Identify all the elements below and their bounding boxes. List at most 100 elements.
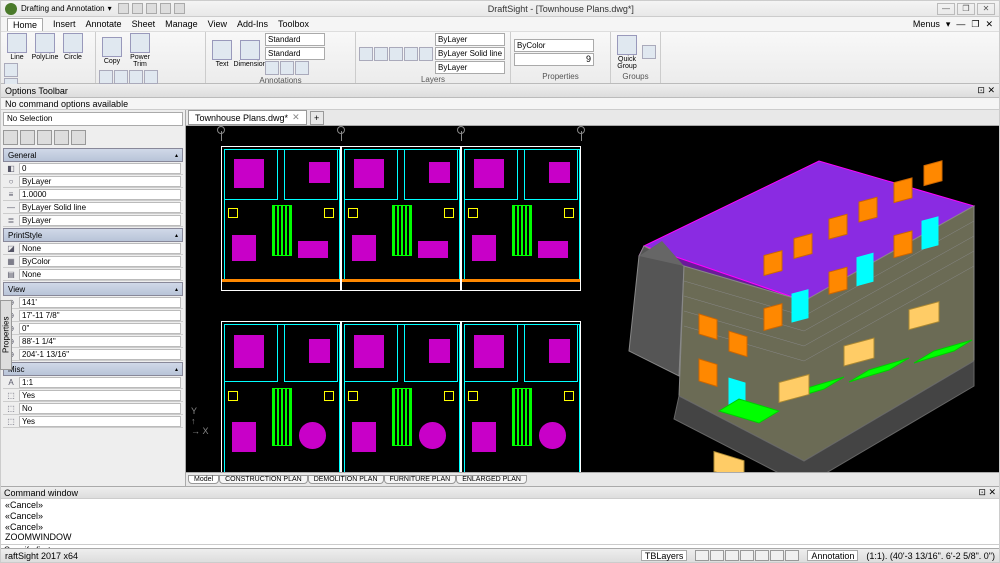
panel-btn3-icon[interactable]	[37, 130, 52, 145]
qat-new-icon[interactable]	[118, 3, 129, 14]
prop-value[interactable]: 0"	[19, 323, 181, 334]
prop-value[interactable]: Yes	[19, 390, 181, 401]
qat-save-icon[interactable]	[146, 3, 157, 14]
floorplan-unit	[461, 321, 581, 472]
menu-view[interactable]: View	[208, 19, 227, 29]
menus-dropdown[interactable]: Menus	[913, 19, 940, 29]
anno-s2-icon[interactable]	[280, 61, 294, 75]
prop-value[interactable]: Yes	[19, 416, 181, 427]
doc-restore-icon[interactable]: ❐	[971, 19, 979, 30]
doc-minimize-icon[interactable]: —	[956, 19, 965, 29]
anno-std2-select[interactable]: Standard	[265, 47, 325, 60]
doc-close-icon[interactable]: ✕	[985, 19, 993, 30]
layers-bylayer-select[interactable]: ByLayer	[435, 33, 505, 46]
menu-manage[interactable]: Manage	[165, 19, 198, 29]
properties-side-tab[interactable]: Properties	[1, 300, 12, 370]
status-annotation[interactable]: Annotation	[807, 550, 858, 561]
prop-value[interactable]: 88'-1 1/4"	[19, 336, 181, 347]
menu-annotate[interactable]: Annotate	[86, 19, 122, 29]
close-button[interactable]: ✕	[977, 3, 995, 15]
workspace-selector[interactable]: Drafting and Annotation ▾	[21, 4, 112, 13]
status-t1-icon[interactable]	[695, 550, 709, 561]
status-t6-icon[interactable]	[770, 550, 784, 561]
sheet-tab-construction[interactable]: CONSTRUCTION PLAN	[219, 475, 308, 484]
props-color-select[interactable]: ByColor	[514, 39, 594, 52]
qat-print-icon[interactable]	[160, 3, 171, 14]
app-logo-icon	[5, 3, 17, 15]
prop-value[interactable]: 1:1	[19, 377, 181, 388]
status-t5-icon[interactable]	[755, 550, 769, 561]
menu-toolbox[interactable]: Toolbox	[278, 19, 309, 29]
anno-s3-icon[interactable]	[295, 61, 309, 75]
layers-linestyle-select[interactable]: ByLayer Solid line	[435, 47, 505, 60]
section-header[interactable]: General▴	[3, 148, 183, 162]
section-header[interactable]: Misc▴	[3, 362, 183, 376]
prop-value[interactable]: 204'-1 13/16"	[19, 349, 181, 360]
panel-btn1-icon[interactable]	[3, 130, 18, 145]
qat-undo-icon[interactable]	[174, 3, 185, 14]
tool-polyline[interactable]: PolyLine	[32, 33, 58, 61]
options-pin-icon[interactable]: ⊡ ✕	[977, 85, 995, 96]
prop-value[interactable]: ByLayer Solid line	[19, 202, 181, 213]
prop-value[interactable]: ByColor	[19, 256, 181, 267]
panel-btn4-icon[interactable]	[54, 130, 69, 145]
document-tab[interactable]: Townhouse Plans.dwg*✕	[188, 110, 307, 125]
anno-std1-select[interactable]: Standard	[265, 33, 325, 46]
status-t2-icon[interactable]	[710, 550, 724, 561]
modify-s1-icon[interactable]	[99, 70, 113, 84]
sheet-tab-demolition[interactable]: DEMOLITION PLAN	[308, 475, 384, 484]
status-layer[interactable]: TBLayers	[641, 550, 688, 561]
anno-s1-icon[interactable]	[265, 61, 279, 75]
drawing-canvas[interactable]: Y↑→ X	[186, 126, 999, 472]
qat-open-icon[interactable]	[132, 3, 143, 14]
layers-lineweight-select[interactable]: ByLayer	[435, 61, 505, 74]
prop-value[interactable]: 1.0000	[19, 189, 181, 200]
prop-value[interactable]: None	[19, 269, 181, 280]
menu-insert[interactable]: Insert	[53, 19, 76, 29]
layer-s1-icon[interactable]	[359, 47, 373, 61]
prop-value[interactable]: ByLayer	[19, 215, 181, 226]
menu-home[interactable]: Home	[7, 18, 43, 31]
prop-value[interactable]: 17'-11 7/8"	[19, 310, 181, 321]
modify-s2-icon[interactable]	[114, 70, 128, 84]
section-header[interactable]: PrintStyle▴	[3, 228, 183, 242]
prop-value[interactable]: No	[19, 403, 181, 414]
selection-dropdown[interactable]: No Selection	[3, 112, 183, 126]
menu-sheet[interactable]: Sheet	[132, 19, 156, 29]
tool-copy[interactable]: Copy	[99, 37, 125, 65]
layer-s5-icon[interactable]	[419, 47, 433, 61]
panel-btn5-icon[interactable]	[71, 130, 86, 145]
modify-s3-icon[interactable]	[129, 70, 143, 84]
minimize-button[interactable]: —	[937, 3, 955, 15]
draw-small-1-icon[interactable]	[4, 63, 18, 77]
prop-value[interactable]: 0	[19, 163, 181, 174]
layer-s3-icon[interactable]	[389, 47, 403, 61]
panel-btn2-icon[interactable]	[20, 130, 35, 145]
layer-s2-icon[interactable]	[374, 47, 388, 61]
props-slider[interactable]: 9	[514, 53, 594, 66]
tool-circle[interactable]: Circle	[60, 33, 86, 61]
tool-text[interactable]: Text	[209, 40, 235, 68]
sheet-tab-enlarged[interactable]: ENLARGED PLAN	[456, 475, 527, 484]
status-t4-icon[interactable]	[740, 550, 754, 561]
status-t7-icon[interactable]	[785, 550, 799, 561]
prop-value[interactable]: None	[19, 243, 181, 254]
section-header[interactable]: View▴	[3, 282, 183, 296]
command-close-icon[interactable]: ⊡ ✕	[978, 487, 996, 498]
tool-powertrim[interactable]: Power Trim	[127, 33, 153, 68]
add-tab-button[interactable]: +	[310, 111, 324, 125]
menu-addins[interactable]: Add-Ins	[237, 19, 268, 29]
modify-s4-icon[interactable]	[144, 70, 158, 84]
tool-dimension[interactable]: Dimension	[237, 40, 263, 68]
sheet-tab-furniture[interactable]: FURNITURE PLAN	[384, 475, 457, 484]
layer-s4-icon[interactable]	[404, 47, 418, 61]
groups-s1-icon[interactable]	[642, 45, 656, 59]
sheet-tab-model[interactable]: Model	[188, 475, 219, 484]
tool-quickgroup[interactable]: Quick Group	[614, 35, 640, 70]
status-t3-icon[interactable]	[725, 550, 739, 561]
prop-value[interactable]: ByLayer	[19, 176, 181, 187]
tool-line[interactable]: Line	[4, 33, 30, 61]
close-tab-icon[interactable]: ✕	[292, 112, 300, 123]
maximize-button[interactable]: ❐	[957, 3, 975, 15]
prop-value[interactable]: 141'	[19, 297, 181, 308]
